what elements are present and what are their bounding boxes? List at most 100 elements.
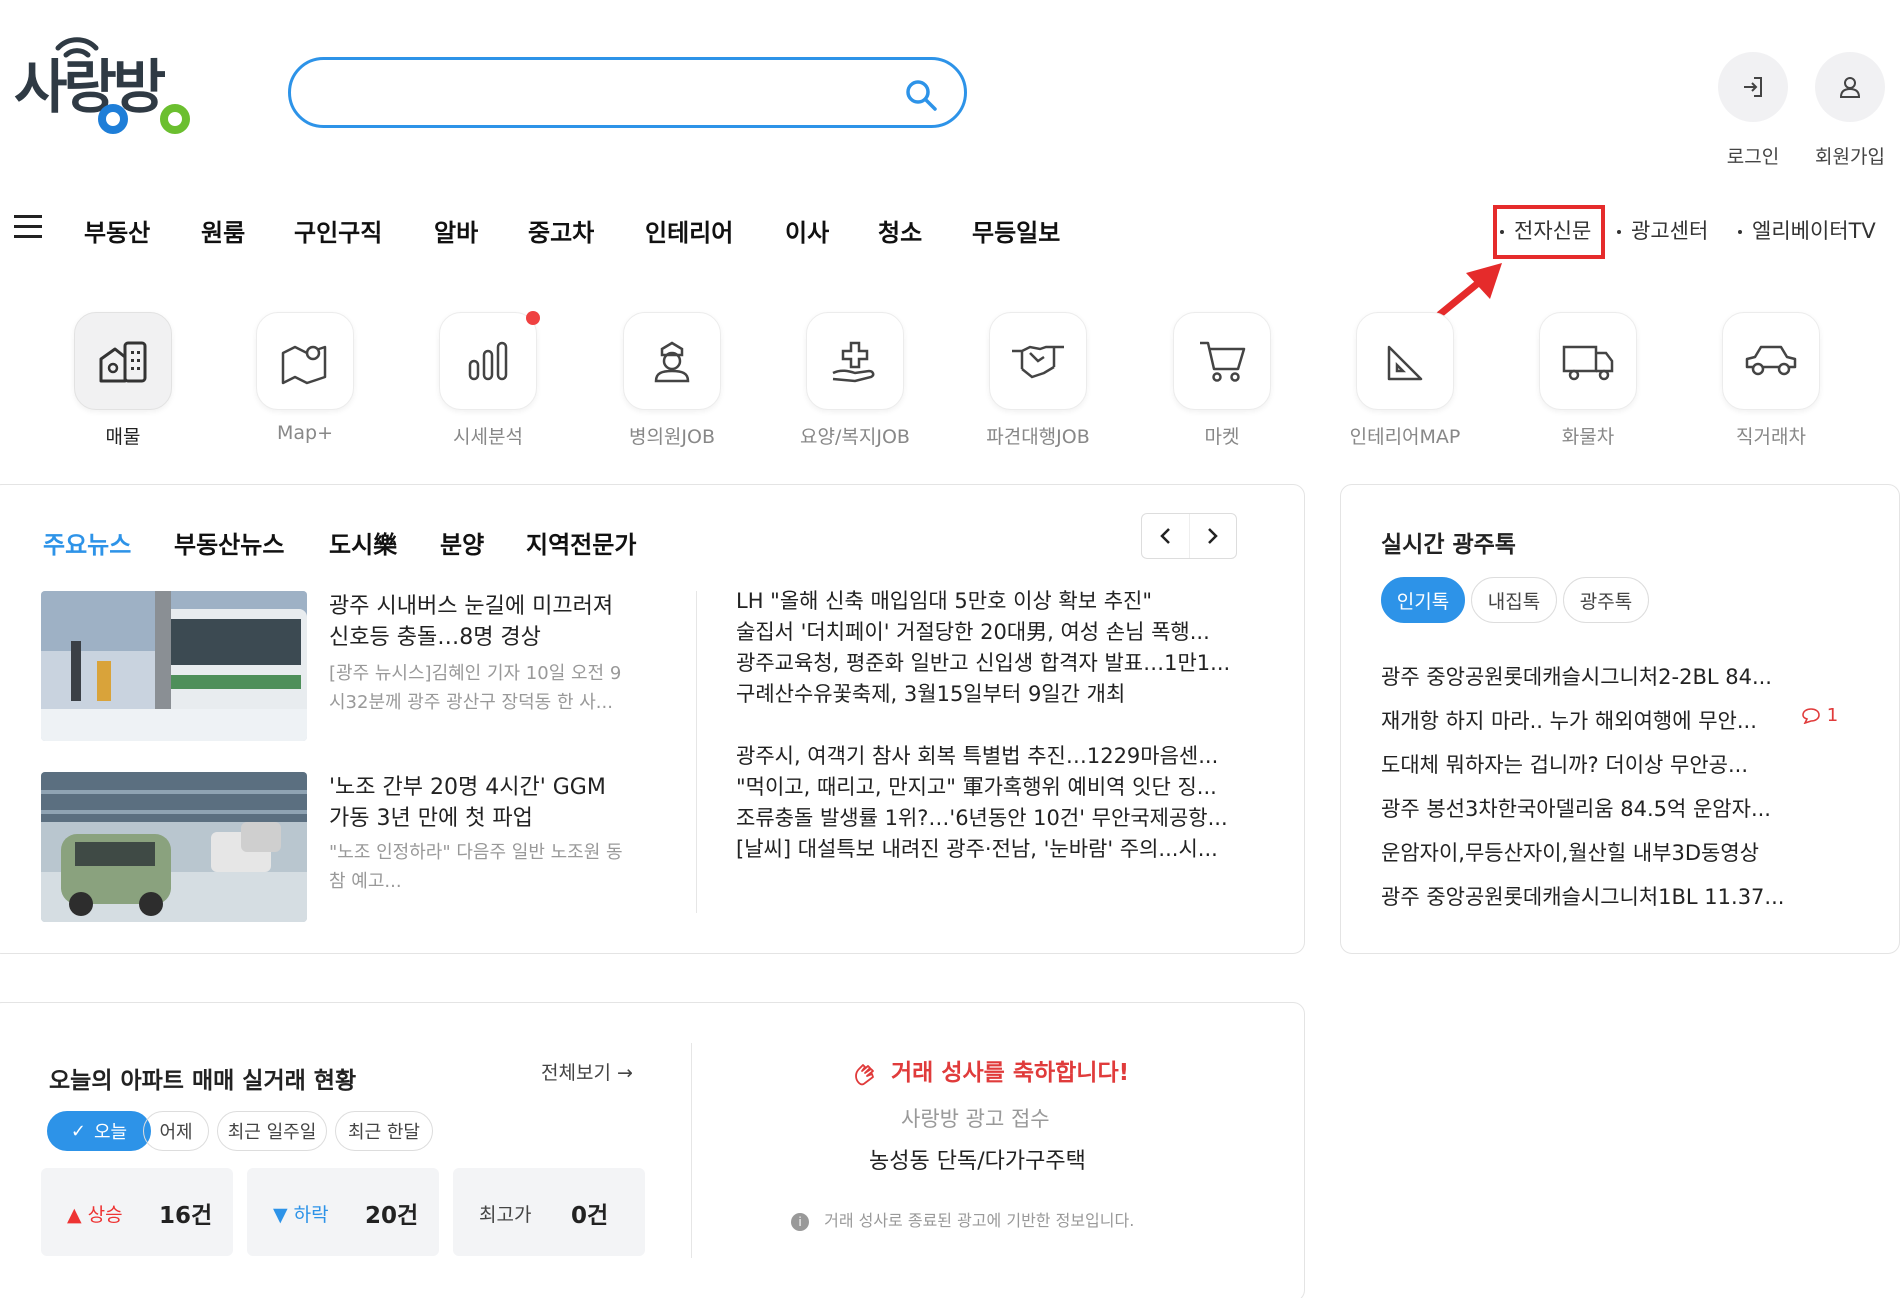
category-direct-car[interactable]: 직거래차 bbox=[1696, 312, 1846, 449]
logo-dot-blue bbox=[98, 104, 128, 134]
category-label: 매물 bbox=[105, 426, 141, 448]
handshake-icon bbox=[1012, 345, 1064, 379]
triangle-down-icon: ▼ bbox=[273, 1204, 288, 1226]
chevron-left-icon bbox=[1160, 528, 1171, 544]
highlight-annotation bbox=[1493, 205, 1605, 259]
tab-city[interactable]: 도시樂 bbox=[329, 525, 397, 560]
category-hospital-job[interactable]: 병의원JOB bbox=[597, 312, 747, 449]
category-truck[interactable]: 화물차 bbox=[1513, 312, 1663, 449]
tab-realestate-news[interactable]: 부동산뉴스 bbox=[174, 525, 284, 560]
arrow-right-icon: → bbox=[616, 1062, 633, 1084]
search-icon[interactable] bbox=[904, 78, 938, 112]
news-list-item[interactable]: 구례산수유꽃축제, 3월15일부터 9일간 개최 bbox=[736, 678, 1266, 708]
talk-item[interactable]: 운암자이,무등산자이,월산힐 내부3D동영상 bbox=[1381, 837, 1759, 867]
news-list-item[interactable]: LH "올해 신축 매입임대 5만호 이상 확보 추진" bbox=[736, 585, 1266, 615]
talk-item[interactable]: 광주 중앙공원롯데캐슬시그니처1BL 11.37... bbox=[1381, 881, 1784, 911]
tab-local-expert[interactable]: 지역전문가 bbox=[526, 525, 636, 560]
ad-address[interactable]: 농성동 단독/다가구주택 bbox=[869, 1143, 1086, 1175]
login-button[interactable]: 로그인 bbox=[1718, 52, 1788, 169]
talk-item[interactable]: 도대체 뭐하자는 겁니까? 더이상 무안공... bbox=[1381, 749, 1748, 779]
category-label: 직거래차 bbox=[1736, 426, 1806, 448]
category-interior-map[interactable]: 인테리어MAP bbox=[1330, 312, 1480, 449]
news-list-item[interactable]: 광주교육청, 평준화 일반고 신입생 합격자 발표…1만1... bbox=[736, 647, 1266, 677]
talk-title: 실시간 광주톡 bbox=[1381, 532, 1516, 558]
nav-link-elevatortv[interactable]: 엘리베이터TV bbox=[1738, 215, 1876, 245]
prev-button[interactable] bbox=[1142, 514, 1189, 558]
tab-presale[interactable]: 분양 bbox=[440, 525, 484, 560]
site-logo[interactable]: 사랑방 bbox=[14, 36, 204, 134]
info-icon: i bbox=[791, 1212, 809, 1231]
nav-item-jobs[interactable]: 구인구직 bbox=[294, 213, 382, 248]
stat-highest: 최고가 0건 bbox=[453, 1168, 645, 1256]
news-thumbnail-bus[interactable] bbox=[41, 591, 307, 741]
filter-week[interactable]: 최근 일주일 bbox=[217, 1111, 327, 1151]
stat-value: 16건 bbox=[159, 1203, 213, 1229]
ruler-icon bbox=[1387, 345, 1423, 381]
congrats-heading: 거래 성사를 축하합니다! bbox=[851, 1053, 1129, 1087]
chevron-right-icon bbox=[1207, 528, 1218, 544]
nav-item-realestate[interactable]: 부동산 bbox=[84, 213, 150, 248]
bullet-icon bbox=[1617, 230, 1621, 234]
realtime-talk-panel: 실시간 광주톡 인기톡 내집톡 광주톡 광주 중앙공원롯데캐슬시그니처2-2BL… bbox=[1340, 484, 1900, 954]
category-label: Map+ bbox=[276, 422, 334, 444]
tab-myhome-talk[interactable]: 내집톡 bbox=[1471, 577, 1557, 623]
tab-main-news[interactable]: 주요뉴스 bbox=[43, 525, 131, 560]
filter-yesterday[interactable]: 어제 bbox=[143, 1111, 209, 1151]
divider bbox=[696, 591, 697, 913]
nav-item-cleaning[interactable]: 청소 bbox=[878, 213, 922, 248]
news-featured-desc: "노조 인정하라" 다음주 일반 노조원 동참 예고... bbox=[329, 842, 623, 892]
apartment-deals-panel: 오늘의 아파트 매매 실거래 현황 전체보기 → ✓ 오늘 어제 최근 일주일 … bbox=[0, 1002, 1305, 1298]
nav-link-label: 광고센터 bbox=[1631, 219, 1709, 243]
login-label: 로그인 bbox=[1726, 146, 1780, 168]
nurse-icon bbox=[654, 341, 690, 383]
talk-item[interactable]: 광주 중앙공원롯데캐슬시그니처2-2BL 84... bbox=[1381, 661, 1772, 691]
comment-count: 1 bbox=[1801, 705, 1838, 726]
category-dispatch-job[interactable]: 파견대행JOB bbox=[963, 312, 1113, 449]
nav-item-mudeung[interactable]: 무등일보 bbox=[972, 213, 1060, 248]
talk-item[interactable]: 재개항 하지 마라.. 누가 해외여행에 무안... bbox=[1381, 705, 1757, 735]
bullet-icon bbox=[1738, 230, 1742, 234]
nav-item-parttime[interactable]: 알바 bbox=[434, 213, 478, 248]
stat-value: 0건 bbox=[571, 1203, 609, 1229]
user-icon bbox=[1839, 77, 1861, 98]
category-care-job[interactable]: 요양/복지JOB bbox=[780, 312, 930, 449]
tab-gwangju-talk[interactable]: 광주톡 bbox=[1563, 577, 1649, 623]
next-button[interactable] bbox=[1188, 514, 1237, 558]
menu-icon[interactable] bbox=[14, 215, 42, 239]
nav-item-interior[interactable]: 인테리어 bbox=[645, 213, 733, 248]
stat-rise: ▲ 상승 16건 bbox=[41, 1168, 233, 1256]
filter-month[interactable]: 최근 한달 bbox=[335, 1111, 433, 1151]
news-thumbnail-car-factory[interactable] bbox=[41, 772, 307, 922]
nav-item-usedcar[interactable]: 중고차 bbox=[528, 213, 594, 248]
category-mapplus[interactable]: Map+ bbox=[230, 312, 380, 444]
category-price-analysis[interactable]: 시세분석 bbox=[413, 311, 563, 449]
signup-button[interactable]: 회원가입 bbox=[1815, 52, 1885, 169]
filter-today[interactable]: ✓ 오늘 bbox=[47, 1111, 151, 1151]
view-all-link[interactable]: 전체보기 → bbox=[541, 1058, 633, 1085]
search-input[interactable] bbox=[321, 75, 881, 111]
news-list-item[interactable]: 광주시, 여객기 참사 회복 특별법 추진…1229마음센... bbox=[736, 740, 1266, 770]
map-icon bbox=[281, 345, 327, 385]
talk-item[interactable]: 광주 봉선3차한국아델리움 84.5억 운암자... bbox=[1381, 793, 1771, 823]
news-featured-title[interactable]: '노조 간부 20명 4시간' GGM 가동 3년 만에 첫 파업 bbox=[329, 772, 629, 834]
category-market[interactable]: 마켓 bbox=[1147, 312, 1297, 449]
news-list-item[interactable]: 술집서 '더치페이' 거절당한 20대男, 여성 손님 폭행... bbox=[736, 616, 1266, 646]
news-list-item[interactable]: "먹이고, 때리고, 만지고" 軍가혹행위 예비역 잇단 징... bbox=[736, 771, 1266, 801]
news-list-item[interactable]: 조류충돌 발생률 1위?…'6년동안 10건' 무안국제공항... bbox=[736, 802, 1266, 832]
nav-item-oneroom[interactable]: 원룸 bbox=[201, 213, 245, 248]
category-listings[interactable]: 매물 bbox=[48, 312, 198, 449]
nav-item-moving[interactable]: 이사 bbox=[785, 213, 829, 248]
comment-icon bbox=[1802, 708, 1820, 725]
logo-text: 사랑방 bbox=[14, 53, 166, 121]
news-featured-desc: [광주 뉴시스]김혜인 기자 10일 오전 9시32분께 광주 광산구 장덕동 … bbox=[329, 663, 622, 713]
view-all-label: 전체보기 bbox=[541, 1062, 611, 1084]
news-panel: 주요뉴스 부동산뉴스 도시樂 분양 지역전문가 광주 시내버스 눈길에 미끄러져… bbox=[0, 484, 1305, 954]
news-pager bbox=[1141, 513, 1237, 559]
tab-popular-talk[interactable]: 인기톡 bbox=[1381, 577, 1465, 623]
login-icon bbox=[1744, 77, 1762, 97]
news-featured-title[interactable]: 광주 시내버스 눈길에 미끄러져 신호등 충돌…8명 경상 bbox=[329, 591, 629, 653]
nav-link-adcenter[interactable]: 광고센터 bbox=[1617, 215, 1708, 245]
news-list-item[interactable]: [날씨] 대설특보 내려진 광주·전남, '눈바람' 주의...시... bbox=[736, 833, 1266, 863]
signup-label: 회원가입 bbox=[1815, 146, 1885, 168]
category-label: 마켓 bbox=[1204, 426, 1240, 448]
